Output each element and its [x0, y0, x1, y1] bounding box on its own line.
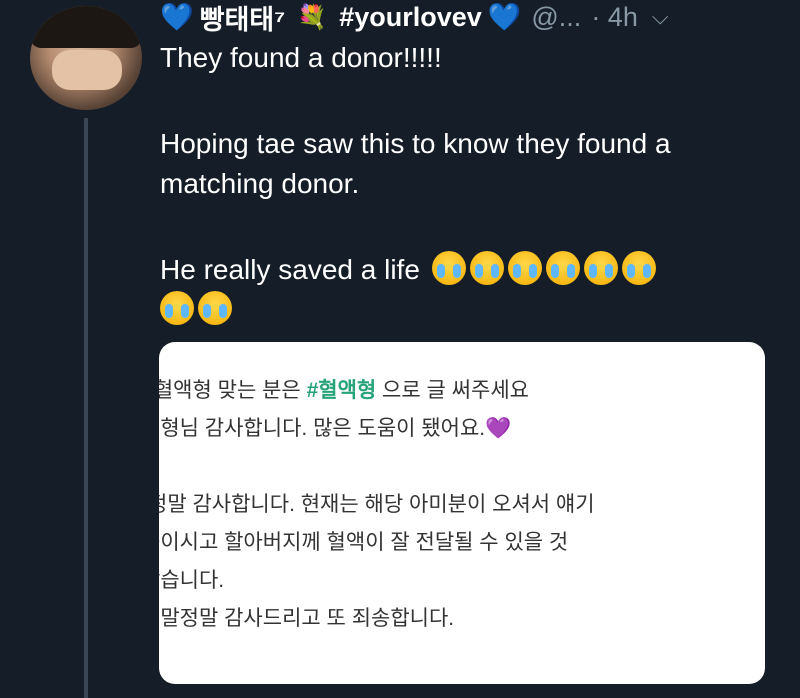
crying-face-icon	[160, 291, 194, 325]
tweet-emoji-row	[160, 290, 790, 330]
crying-face-icon	[198, 291, 232, 325]
tweet-line-text: He really saved a life	[160, 254, 420, 285]
tweet-line: They found a donor!!!!!	[160, 42, 442, 73]
crying-face-icon	[621, 251, 656, 285]
blue-heart-icon-2: 💙	[487, 2, 522, 32]
image-line-text: 새형님 감사합니다. 많은 도움이 됐어요.	[159, 417, 486, 440]
image-line: 정말정말 감사드리고 또 죄송합니다.	[159, 607, 455, 630]
image-line-text: - 혈액형 맞는 분은	[159, 379, 301, 402]
name-hashtag[interactable]: #yourlovev	[339, 2, 482, 33]
crying-face-icon	[469, 251, 504, 285]
attached-image-card[interactable]: - 혈액형 맞는 분은 #혈액형 으로 글 써주세요 새형님 감사합니다. 많은…	[159, 342, 765, 684]
blue-heart-icon: 💙	[160, 2, 194, 32]
image-hashtag: #혈액형	[306, 379, 377, 402]
avatar-hair	[30, 6, 142, 48]
crying-face-icon	[545, 251, 580, 285]
thread-line	[84, 118, 88, 698]
chevron-down-icon[interactable]: ⌵	[652, 4, 669, 30]
tweet-line: Hoping tae saw this to know they found a…	[160, 128, 671, 199]
crying-face-icon	[583, 251, 618, 285]
image-text: - 혈액형 맞는 분은 #혈액형 으로 글 써주세요 새형님 감사합니다. 많은…	[159, 372, 765, 638]
image-line-text: 으로 글 써주세요	[376, 379, 529, 402]
profile-avatar[interactable]	[30, 6, 142, 110]
image-line: 새형님 감사합니다. 많은 도움이 됐어요.💜	[159, 410, 765, 448]
tweet-line-emoji: He really saved a life	[160, 250, 790, 290]
purple-heart-icon: 💜	[485, 417, 512, 440]
image-line: -정말 감사합니다. 현재는 해당 아미분이 오셔서 얘기	[159, 493, 595, 516]
avatar-hands	[52, 50, 122, 90]
tweet-body: They found a donor!!!!! Hoping tae saw t…	[160, 38, 790, 330]
image-line: 중이시고 할아버지께 혈액이 잘 전달될 수 있을 것	[159, 531, 569, 554]
user-handle[interactable]: @...	[531, 2, 581, 33]
bouquet-icon: 💐	[297, 3, 328, 31]
crying-face-icon	[507, 251, 542, 285]
image-line: - 혈액형 맞는 분은 #혈액형 으로 글 써주세요	[159, 372, 765, 410]
tweet-timestamp[interactable]: · 4h	[591, 2, 638, 33]
tweet-header: 💙 빵태태⁷ 💐 #yourlovev 💙 @... · 4h ⌵	[160, 0, 669, 37]
display-name[interactable]: 빵태태⁷	[200, 0, 286, 37]
crying-face-icon	[431, 251, 466, 285]
image-line: 같습니다.	[159, 569, 225, 592]
